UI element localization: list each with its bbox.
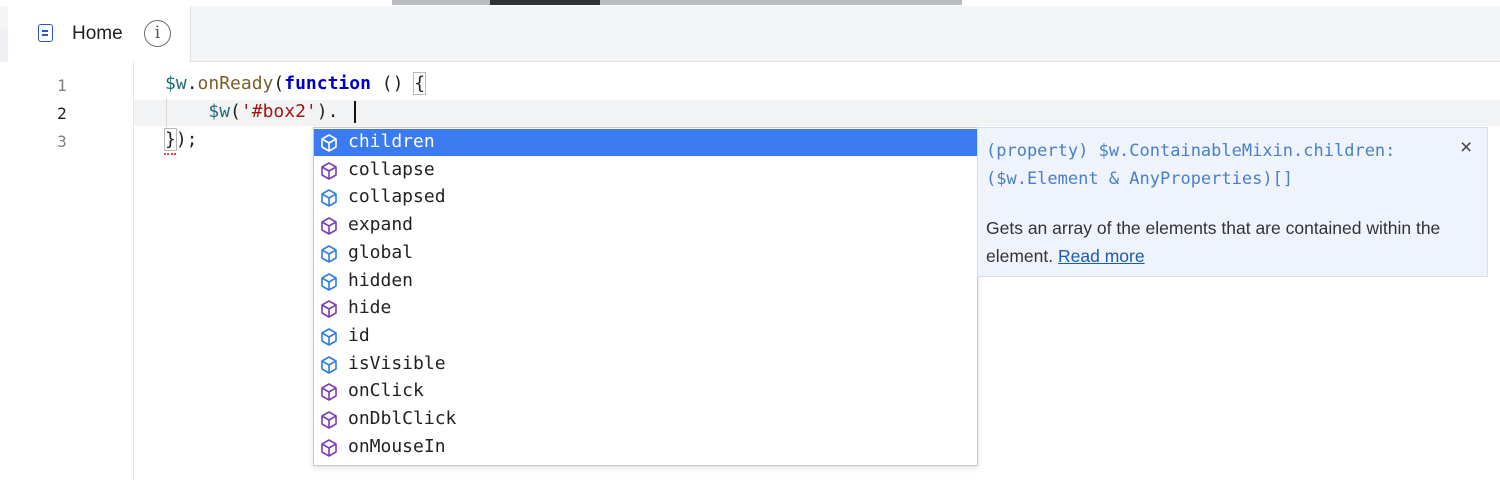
signature-line-1: (property) $w.ContainableMixin.children: bbox=[986, 141, 1396, 161]
cube-method-icon bbox=[319, 410, 339, 430]
suggestion-item-onMouseIn[interactable]: onMouseIn bbox=[314, 434, 977, 461]
suggestion-item-collapse[interactable]: collapse bbox=[314, 157, 977, 184]
line-number-active: 2 bbox=[57, 104, 67, 123]
cube-property-icon bbox=[319, 188, 339, 208]
suggestion-label: hide bbox=[348, 297, 392, 319]
cube-method-icon bbox=[319, 299, 339, 319]
cube-property-icon bbox=[319, 272, 339, 292]
code-line-2[interactable]: $w('#box2'). bbox=[165, 101, 338, 122]
tab-home[interactable]: Home i bbox=[8, 6, 191, 62]
autocomplete-list[interactable]: children collapse collapsed expand global hid… bbox=[313, 127, 978, 466]
suggestion-label: onDblClick bbox=[348, 408, 457, 429]
line-number-gutter: 1 2 3 bbox=[0, 62, 134, 480]
description: Gets an array of the elements that are c… bbox=[986, 214, 1476, 270]
suggestion-label: id bbox=[348, 324, 370, 346]
signature-line-2: ($w.Element & AnyProperties)[] bbox=[986, 169, 1294, 189]
text-cursor bbox=[354, 101, 356, 123]
suggestion-label: collapsed bbox=[348, 186, 446, 208]
file-icon bbox=[38, 24, 53, 42]
suggestion-item-children[interactable]: children bbox=[314, 129, 977, 156]
active-line-highlight bbox=[134, 100, 1500, 126]
suggestion-item-hide[interactable]: hide bbox=[314, 295, 977, 322]
signature: (property) $w.ContainableMixin.children:… bbox=[986, 137, 1431, 193]
suggestion-label: onClick bbox=[348, 380, 424, 402]
cube-property-icon bbox=[319, 244, 339, 264]
suggestion-label: hidden bbox=[348, 269, 414, 291]
cube-method-icon bbox=[319, 161, 339, 181]
suggestion-label: collapse bbox=[348, 158, 435, 180]
suggestion-label: onMouseIn bbox=[348, 435, 446, 457]
suggestion-label: isVisible bbox=[348, 352, 446, 374]
suggestion-item-global[interactable]: global bbox=[314, 240, 977, 267]
cube-property-icon bbox=[319, 355, 339, 375]
suggestion-item-onClick[interactable]: onClick bbox=[314, 378, 977, 405]
error-squiggle bbox=[164, 150, 176, 155]
suggestion-item-collapsed[interactable]: collapsed bbox=[314, 184, 977, 211]
line-number: 1 bbox=[57, 76, 67, 95]
cube-method-icon bbox=[319, 382, 339, 402]
read-more-link[interactable]: Read more bbox=[1058, 246, 1145, 266]
description-text: Gets an array of the elements that are c… bbox=[986, 218, 1441, 266]
suggestion-item-expand[interactable]: expand bbox=[314, 212, 977, 239]
cube-property-icon bbox=[319, 133, 339, 153]
banner-image-dark bbox=[490, 0, 600, 5]
info-icon[interactable]: i bbox=[144, 20, 171, 47]
suggestion-item-onDblClick[interactable]: onDblClick bbox=[314, 406, 977, 433]
banner-image bbox=[392, 0, 962, 5]
suggestion-label: global bbox=[348, 241, 414, 263]
cube-method-icon bbox=[319, 438, 339, 458]
cube-property-icon bbox=[319, 327, 339, 347]
suggestion-label: expand bbox=[348, 214, 414, 236]
suggestion-label: children bbox=[348, 131, 435, 152]
tab-home-label: Home bbox=[72, 23, 123, 44]
code-line-1[interactable]: $w.onReady(function () { bbox=[165, 72, 427, 95]
code-line-3[interactable]: }); bbox=[164, 128, 198, 151]
suggestion-item-id[interactable]: id bbox=[314, 323, 977, 350]
suggestion-details-panel: (property) $w.ContainableMixin.children:… bbox=[977, 127, 1488, 277]
close-icon[interactable]: × bbox=[1460, 136, 1472, 160]
line-number: 3 bbox=[57, 132, 67, 151]
suggestion-item-isVisible[interactable]: isVisible bbox=[314, 351, 977, 378]
suggestion-item-hidden[interactable]: hidden bbox=[314, 268, 977, 295]
tab-bar: Home i bbox=[0, 6, 1500, 62]
cube-method-icon bbox=[319, 216, 339, 236]
